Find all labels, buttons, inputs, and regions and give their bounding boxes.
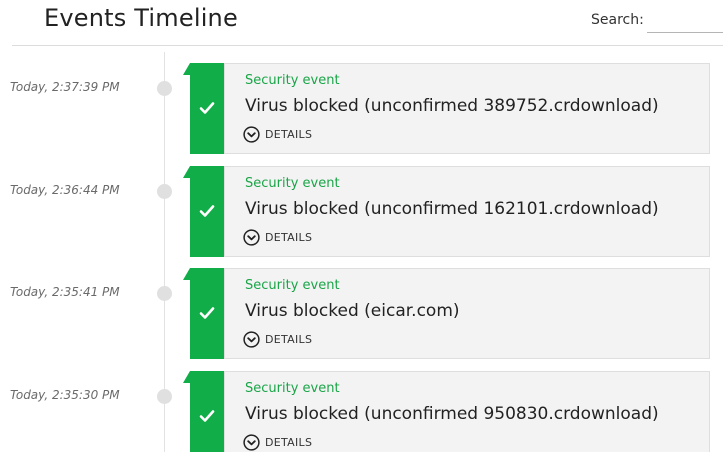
check-icon [199,102,215,114]
event-title: Virus blocked (eicar.com) [245,301,460,321]
chevron-down-circle-icon [243,331,260,348]
event-category: Security event [245,278,340,293]
event-pointer [183,166,190,178]
chevron-down-circle-icon [243,229,260,246]
event-title: Virus blocked (unconfirmed 162101.crdown… [245,199,659,219]
chevron-down-circle-icon [243,434,260,451]
event-item: Today, 2:37:39 PM Security event Virus b… [0,63,723,155]
event-pointer [183,63,190,75]
details-label: DETAILS [265,231,313,244]
event-timestamp: Today, 2:35:41 PM [10,285,120,299]
details-toggle[interactable]: DETAILS [243,331,312,348]
event-timestamp: Today, 2:35:30 PM [10,388,120,402]
event-card: Security event Virus blocked (eicar.com)… [224,268,710,359]
header-divider [12,45,723,46]
event-item: Today, 2:36:44 PM Security event Virus b… [0,166,723,258]
check-icon [199,307,215,319]
event-card: Security event Virus blocked (unconfirme… [224,63,710,154]
check-icon [199,410,215,422]
timeline-dot [157,81,172,96]
timeline-dot [157,184,172,199]
event-category: Security event [245,381,340,396]
details-label: DETAILS [265,128,313,141]
timeline-dot [157,286,172,301]
event-card: Security event Virus blocked (unconfirme… [224,166,710,257]
details-label: DETAILS [265,333,313,346]
details-toggle[interactable]: DETAILS [243,434,312,451]
event-title: Virus blocked (unconfirmed 389752.crdown… [245,96,659,116]
search-input[interactable] [647,10,723,33]
page-title: Events Timeline [44,4,238,32]
event-item: Today, 2:35:41 PM Security event Virus b… [0,268,723,360]
event-pointer [183,371,190,383]
timeline-dot [157,389,172,404]
search-label: Search: [591,12,644,28]
event-pointer [183,268,190,280]
details-toggle[interactable]: DETAILS [243,126,312,143]
event-timestamp: Today, 2:37:39 PM [10,80,120,94]
event-item: Today, 2:35:30 PM Security event Virus b… [0,371,723,452]
event-title: Virus blocked (unconfirmed 950830.crdown… [245,404,659,424]
check-icon [199,205,215,217]
events-timeline-page: Events Timeline Search: Today, 2:37:39 P… [0,0,723,452]
chevron-down-circle-icon [243,126,260,143]
details-toggle[interactable]: DETAILS [243,229,312,246]
event-card: Security event Virus blocked (unconfirme… [224,371,710,452]
details-label: DETAILS [265,436,313,449]
event-category: Security event [245,176,340,191]
event-timestamp: Today, 2:36:44 PM [10,183,120,197]
event-category: Security event [245,73,340,88]
